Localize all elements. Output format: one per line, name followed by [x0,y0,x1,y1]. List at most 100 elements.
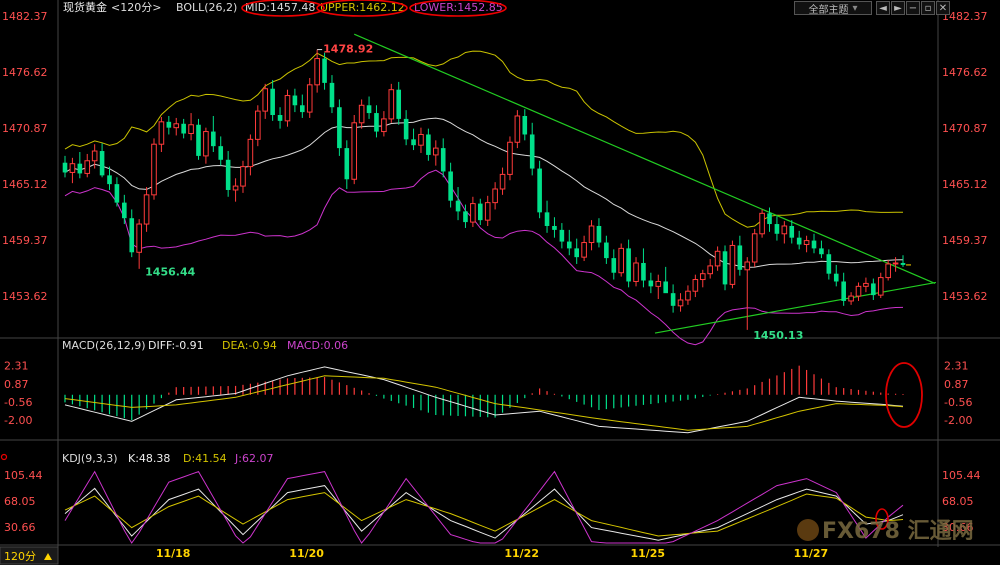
y-tick-label: 1459.37 [2,234,48,247]
candle-body [143,194,150,225]
x-tick-label: 11/20 [289,547,324,560]
candle-body [663,281,668,294]
candle-body [574,248,579,258]
minimize-button[interactable]: − [906,1,920,15]
candle-body [136,223,142,253]
candle-body [611,258,617,273]
annotation-high: 1478.92 [323,43,373,56]
y-tick-label: 1465.12 [2,178,48,191]
candle-body [337,107,342,149]
macd-y-tick-label: 2.31 [4,360,29,373]
macd-hist-value: MACD:0.06 [287,339,348,352]
annotation-low-1: 1456.44 [145,265,195,278]
kdj-d-value: D:41.54 [183,452,227,465]
theme-select-label: 全部主题 [808,4,849,16]
y-tick-label: 1453.62 [942,290,988,303]
y-tick-label: 1476.62 [2,66,48,79]
macd-dea-value: DEA:-0.94 [222,339,277,352]
candle-body [588,225,595,244]
boll-lower-value: LOWER:1452.85 [414,1,503,14]
candle-body [759,212,765,235]
candle-body [833,273,839,282]
candle-body [270,88,275,116]
candle-body [781,225,788,235]
candle-body [677,299,684,307]
candle-body [225,159,231,190]
candle-body [292,95,298,106]
candle-body [722,251,728,285]
candle-body [284,95,291,122]
macd-y-tick-label: -0.56 [944,396,972,409]
candle-body [69,163,76,173]
candle-body [300,105,305,113]
candle-body [566,241,572,249]
candle-body [122,202,127,219]
candle-body [411,139,416,146]
price-chart[interactable]: 1482.37 1482.371476.62 1476.621470.87 1470.… [0,0,1000,565]
candle-body [196,124,201,156]
prev-button[interactable]: ◄ [876,1,890,15]
candle-body [77,163,83,174]
next-button[interactable]: ► [891,1,905,15]
candle-body [240,166,246,187]
x-tick-label: 11/25 [630,547,665,560]
restore-button[interactable]: ▫ [921,1,935,15]
period-tab-label: 120分 [4,550,36,563]
macd-y-tick-label: 0.87 [944,378,969,391]
watermark: FX678 汇通网 [822,519,974,544]
candle-body [232,185,239,191]
candle-body [707,265,713,275]
candle-body [737,245,743,270]
candle-body [477,203,483,221]
kdj-k-value: K:48.38 [128,452,170,465]
close-button[interactable]: ✕ [936,1,950,15]
theme-select[interactable]: 全部主题 ▾ [794,1,872,16]
candle-body [618,247,624,274]
kdj-y-tick-label: 68.05 [4,495,36,508]
x-tick-label: 11/27 [794,547,829,560]
y-tick-label: 1470.87 [942,122,988,135]
candle-body [774,224,780,234]
candle-body [173,123,180,129]
candle-body [484,202,491,221]
y-tick-label: 1476.62 [942,66,988,79]
candle-body [841,281,846,301]
macd-label: MACD(26,12,9) [62,339,146,352]
candle-body [366,105,372,114]
x-tick-label: 11/22 [504,547,539,560]
candle-body [432,147,439,156]
candle-body [463,211,468,223]
candle-body [203,131,209,157]
candle-body [729,244,736,285]
y-tick-label: 1470.87 [2,122,48,135]
kdj-y-tick-label: 105.44 [942,469,981,482]
candle-body [826,254,832,274]
candle-body [314,58,320,86]
candle-body [522,115,528,135]
candle-body [440,148,446,172]
candle-body [107,175,112,185]
candle-body [604,242,609,259]
candle-body [581,242,587,258]
candle-body [751,233,758,263]
candle-body [685,290,691,301]
candle-body [448,171,453,201]
candle-body [767,213,772,225]
candle-body [277,115,283,121]
macd-y-tick-label: -2.00 [944,414,972,427]
candle-body [648,280,654,287]
candle-body [514,115,521,143]
candle-body [499,173,506,190]
candle-body [655,280,662,287]
candle-body [158,121,165,145]
candle-body [166,121,172,128]
candle-body [218,146,224,160]
candle-body [796,237,802,245]
candle-body [91,150,98,162]
candle-body [537,168,542,213]
candle-body [877,277,884,296]
candle-body [811,240,817,249]
y-tick-label: 1453.62 [2,290,48,303]
candle-body [255,110,261,140]
boll-mid-value: MID:1457.48 [245,1,315,14]
